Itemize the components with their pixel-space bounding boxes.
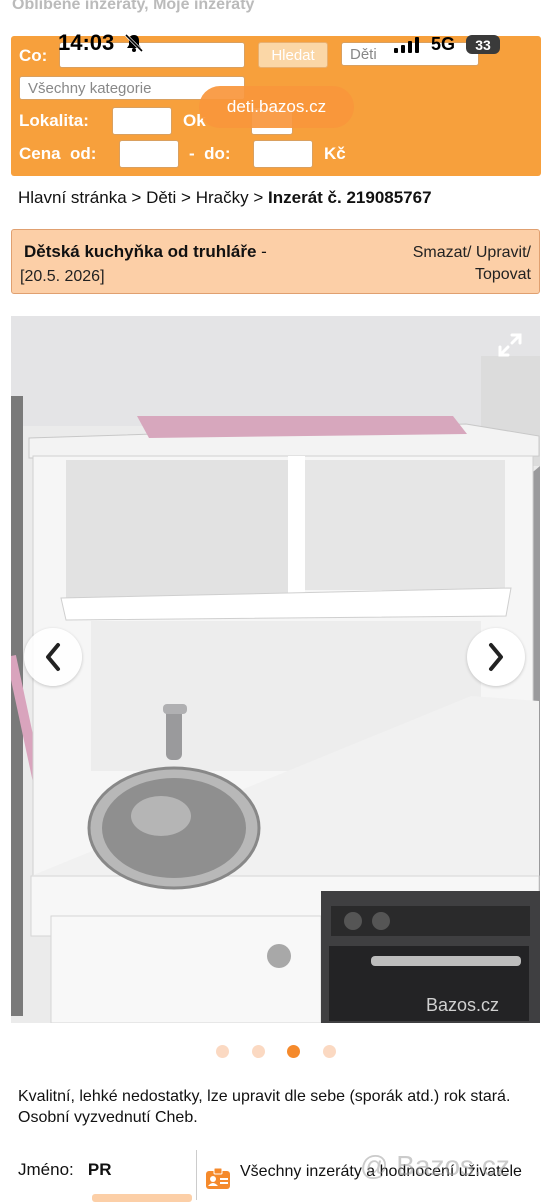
title-dash: - xyxy=(256,242,267,261)
chevron-right-icon xyxy=(489,643,503,671)
seller-divider xyxy=(196,1150,197,1200)
cena-od-input[interactable] xyxy=(119,140,179,168)
breadcrumb-category[interactable]: Hračky xyxy=(196,188,249,207)
listing-title: Dětská kuchyňka od truhláře - xyxy=(24,242,267,262)
seller-name-value: PR xyxy=(87,1160,112,1179)
url-pill[interactable]: deti.bazos.cz xyxy=(199,86,354,128)
gallery-dot[interactable] xyxy=(216,1045,229,1058)
breadcrumb: Hlavní stránka > Děti > Hračky > Inzerát… xyxy=(18,188,432,208)
listing-title-box: Dětská kuchyňka od truhláře - [20.5. 202… xyxy=(11,229,540,294)
breadcrumb-home[interactable]: Hlavní stránka xyxy=(18,188,127,207)
status-time: 14:03 xyxy=(58,30,115,55)
gallery-dot[interactable] xyxy=(323,1045,336,1058)
signal-icon xyxy=(394,37,419,53)
cena-od-label: Cena od: xyxy=(19,144,97,163)
contact-card-icon xyxy=(206,1167,230,1189)
chevron-left-icon xyxy=(46,643,60,671)
cena-do-label: - do: xyxy=(189,144,231,163)
page-watermark: @ Bazos.cz xyxy=(360,1150,510,1182)
lokalita-label: Lokalita: xyxy=(19,111,89,130)
battery-indicator: 33 xyxy=(466,35,500,54)
breadcrumb-separator: > xyxy=(131,188,142,207)
breadcrumb-current: Inzerát č. 219085767 xyxy=(268,188,432,207)
bell-slash-icon xyxy=(124,33,144,53)
listing-actions[interactable]: Smazat/ Upravit/ Topovat xyxy=(413,242,531,286)
next-image-button[interactable] xyxy=(467,628,525,686)
watermark-text: Bazos.cz xyxy=(396,1150,510,1181)
top-link[interactable]: Topovat xyxy=(413,264,531,286)
listing-date: [20.5. 2026] xyxy=(20,268,105,285)
previous-image-button[interactable] xyxy=(24,628,82,686)
listing-photo[interactable]: Bazos.cz xyxy=(11,316,540,1023)
breadcrumb-separator: > xyxy=(253,188,264,207)
expand-button[interactable] xyxy=(495,330,525,360)
expand-icon xyxy=(498,333,522,357)
seller-name-label: Jméno: xyxy=(18,1160,74,1179)
cena-do-input[interactable] xyxy=(253,140,313,168)
listing-title-text: Dětská kuchyňka od truhláře xyxy=(24,242,257,261)
photo-watermark: Bazos.cz xyxy=(426,995,499,1015)
seller-name: Jméno: PR xyxy=(18,1160,112,1180)
delete-edit-link[interactable]: Smazat/ Upravit/ xyxy=(413,242,531,264)
watermark-logo-icon: @ xyxy=(360,1150,389,1181)
breadcrumb-section[interactable]: Děti xyxy=(146,188,176,207)
lokalita-input[interactable] xyxy=(112,107,172,135)
breadcrumb-separator: > xyxy=(181,188,191,207)
currency-label: Kč xyxy=(324,144,346,163)
bottom-strip xyxy=(92,1194,192,1202)
listing-description: Kvalitní, lehké nedostatky, lze upravit … xyxy=(18,1088,511,1126)
gallery-dot[interactable] xyxy=(252,1045,265,1058)
top-links[interactable]: Oblíbené inzeráty, Moje inzeráty xyxy=(12,0,254,14)
search-button[interactable]: Hledat xyxy=(258,42,328,68)
network-label: 5G xyxy=(431,34,456,54)
gallery-dot-active[interactable] xyxy=(287,1045,300,1058)
kitchen-photo: Bazos.cz xyxy=(11,316,540,1023)
co-label: Co: xyxy=(19,46,48,65)
